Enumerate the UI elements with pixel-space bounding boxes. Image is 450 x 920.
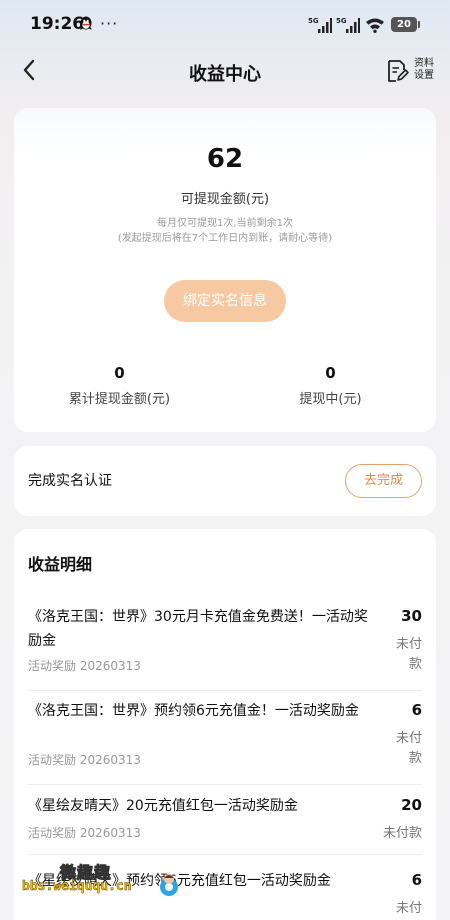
item-date: 20260313 [79, 659, 141, 673]
withdrawing-value: 0 [325, 364, 336, 382]
withdraw-arrival-note: (发起提现后将在7个工作日内到账，请耐心等待) [117, 233, 333, 244]
go-complete-button[interactable]: 去完成 [345, 464, 422, 498]
item-type: 活动奖励 [28, 753, 77, 767]
real-name-verify-card: 完成实名认证 去完成 [14, 446, 436, 516]
status-bar: 19:26 ··· 5G 5G 20 [0, 0, 450, 50]
page-title: 收益中心 [189, 64, 261, 85]
divider [28, 854, 422, 855]
withdraw-limit-note: 每月仅可提现1次,当前剩余1次 [157, 218, 293, 229]
item-title: 《洛克王国：世界》30元月卡充值金免费送！一活动奖励金 [28, 609, 368, 649]
swim-ring-icon [160, 874, 178, 896]
divider [28, 690, 422, 691]
status-time: 19:26 [30, 14, 85, 34]
item-date: 20260313 [79, 826, 141, 840]
item-type: 活动奖励 [28, 659, 77, 673]
list-item[interactable]: 《洛克王国：世界》30元月卡充值金免费送！一活动奖励金 活动奖励 2026031… [28, 605, 422, 685]
nav-bar: 收益中心 资料设置 [0, 50, 450, 94]
item-meta: 活动奖励 20260313 [28, 751, 141, 768]
profile-settings-label: 资料设置 [414, 58, 434, 81]
qq-icon [80, 16, 92, 30]
item-amount: 6 [411, 701, 422, 719]
more-dots: ··· [100, 14, 119, 33]
item-title: 《星绘友晴天》20元充值红包一活动奖励金 [28, 798, 298, 814]
total-withdrawn-stat: 0 累计提现金额(元) [14, 364, 225, 407]
battery-tip [418, 21, 420, 28]
withdrawing-label: 提现中(元) [299, 392, 362, 407]
item-meta: 活动奖励 20260313 [28, 824, 141, 841]
svg-text:5G: 5G [308, 17, 319, 25]
divider [28, 784, 422, 785]
item-status: 未付 [395, 901, 422, 916]
svg-text:5G: 5G [336, 17, 347, 25]
item-amount: 30 [401, 607, 422, 625]
bind-real-name-button[interactable]: 绑定实名信息 [164, 280, 286, 322]
verify-text: 完成实名认证 [28, 473, 112, 489]
item-amount: 6 [411, 871, 422, 889]
item-meta: 活动奖励 20260313 [28, 657, 141, 674]
item-status: 未付款 [395, 731, 422, 766]
list-item[interactable]: 《星绘友晴天》20元充值红包一活动奖励金 活动奖励 20260313 20 未付… [28, 794, 422, 848]
total-withdrawn-label: 累计提现金额(元) [68, 392, 171, 407]
battery-icon: 20 [391, 17, 417, 32]
item-amount: 20 [401, 796, 422, 814]
watermark: 微趣趣 bbs.weiququ.cn [22, 857, 182, 917]
list-item[interactable]: 《洛克王国：世界》预约领6元充值金！一活动奖励金 活动奖励 20260313 6… [28, 699, 422, 779]
edit-document-icon [388, 60, 409, 82]
withdrawable-label: 可提现金额(元) [180, 192, 270, 207]
withdrawing-stat: 0 提现中(元) [225, 364, 436, 407]
watermark-url: bbs.weiququ.cn [22, 879, 132, 895]
item-date: 20260313 [79, 753, 141, 767]
signal-5g-icon: 5G [308, 17, 332, 33]
profile-settings-button[interactable]: 资料设置 [384, 56, 440, 90]
details-title: 收益明细 [28, 555, 93, 574]
item-status: 未付款 [382, 826, 422, 841]
item-type: 活动奖励 [28, 826, 77, 840]
item-title: 《洛克王国：世界》预约领6元充值金！一活动奖励金 [28, 703, 359, 719]
signal-5g-icon: 5G [336, 17, 360, 33]
total-withdrawn-value: 0 [114, 364, 125, 382]
balance-card: 62 可提现金额(元) 每月仅可提现1次,当前剩余1次 (发起提现后将在7个工作… [14, 108, 436, 432]
wifi-icon [366, 18, 384, 33]
withdrawable-amount: 62 [206, 144, 244, 174]
item-status: 未付款 [395, 637, 422, 672]
